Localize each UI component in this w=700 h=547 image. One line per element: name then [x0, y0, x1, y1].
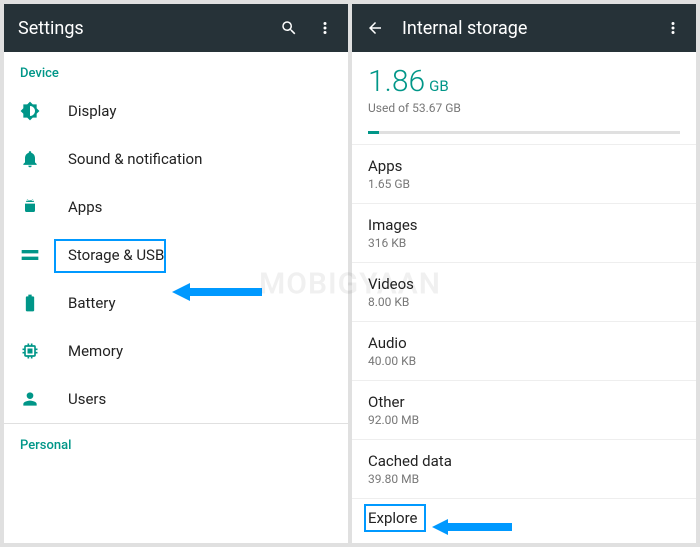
- storage-screen: Internal storage 1.86GB Used of 53.67 GB…: [352, 4, 696, 543]
- row-cached[interactable]: Cached data 39.80 MB: [352, 439, 696, 498]
- bell-icon: [20, 149, 40, 169]
- item-sound[interactable]: Sound & notification: [4, 135, 348, 183]
- row-name: Cached data: [368, 452, 680, 470]
- overflow-icon[interactable]: [664, 19, 682, 37]
- item-label: Storage & USB: [68, 246, 164, 264]
- item-apps[interactable]: Apps: [4, 183, 348, 231]
- usage-progress: [368, 131, 680, 134]
- row-size: 92.00 MB: [368, 413, 680, 427]
- item-label: Users: [68, 390, 106, 408]
- usage-unit: GB: [429, 77, 449, 95]
- item-label: Display: [68, 102, 116, 120]
- row-audio[interactable]: Audio 40.00 KB: [352, 321, 696, 380]
- row-videos[interactable]: Videos 8.00 KB: [352, 262, 696, 321]
- storage-title: Internal storage: [402, 18, 646, 39]
- item-memory[interactable]: Memory: [4, 327, 348, 375]
- search-icon[interactable]: [280, 19, 298, 37]
- row-name: Videos: [368, 275, 680, 293]
- overflow-icon[interactable]: [316, 19, 334, 37]
- usage-summary: 1.86GB Used of 53.67 GB: [352, 52, 696, 121]
- item-storage[interactable]: Storage & USB: [4, 231, 348, 279]
- settings-screen: Settings Device Display Sound & notifica…: [4, 4, 348, 543]
- row-size: 1.65 GB: [368, 177, 680, 191]
- row-name: Audio: [368, 334, 680, 352]
- section-device: Device: [4, 52, 348, 87]
- row-size: 8.00 KB: [368, 295, 680, 309]
- brightness-icon: [20, 101, 40, 121]
- row-size: 40.00 KB: [368, 354, 680, 368]
- row-size: 316 KB: [368, 236, 680, 250]
- item-battery[interactable]: Battery: [4, 279, 348, 327]
- item-display[interactable]: Display: [4, 87, 348, 135]
- memory-icon: [20, 341, 40, 361]
- row-name: Apps: [368, 157, 680, 175]
- row-explore[interactable]: Explore: [352, 498, 696, 537]
- section-personal: Personal: [4, 423, 348, 459]
- settings-appbar: Settings: [4, 4, 348, 52]
- usage-sub: Used of 53.67 GB: [368, 101, 680, 115]
- row-other[interactable]: Other 92.00 MB: [352, 380, 696, 439]
- row-size: 39.80 MB: [368, 472, 680, 486]
- item-label: Memory: [68, 342, 123, 360]
- item-users[interactable]: Users: [4, 375, 348, 423]
- row-name: Other: [368, 393, 680, 411]
- row-apps[interactable]: Apps 1.65 GB: [352, 144, 696, 203]
- back-icon[interactable]: [366, 19, 384, 37]
- item-label: Sound & notification: [68, 150, 202, 168]
- item-label: Apps: [68, 198, 102, 216]
- android-icon: [20, 197, 40, 217]
- user-icon: [20, 389, 40, 409]
- item-label: Battery: [68, 294, 116, 312]
- storage-icon: [20, 245, 40, 265]
- settings-title: Settings: [18, 18, 262, 39]
- usage-progress-fill: [368, 131, 379, 134]
- usage-value: 1.86: [368, 64, 425, 99]
- row-name: Images: [368, 216, 680, 234]
- row-images[interactable]: Images 316 KB: [352, 203, 696, 262]
- storage-appbar: Internal storage: [352, 4, 696, 52]
- explore-label: Explore: [368, 509, 418, 527]
- battery-icon: [20, 293, 40, 313]
